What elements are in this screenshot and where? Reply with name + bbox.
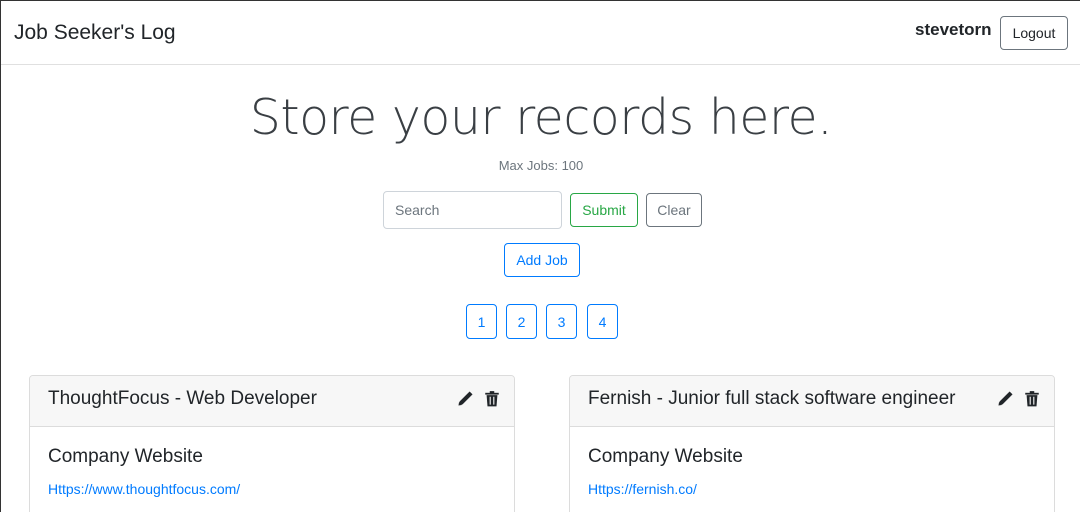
- trash-icon[interactable]: [483, 390, 501, 408]
- page-button-2[interactable]: 2: [506, 304, 537, 339]
- logout-button[interactable]: Logout: [1000, 16, 1068, 50]
- job-card-header: Fernish - Junior full stack software eng…: [570, 376, 1054, 427]
- company-website-label: Company Website: [48, 446, 203, 467]
- job-card: ThoughtFocus - Web Developer Company Web…: [29, 375, 515, 512]
- clear-button[interactable]: Clear: [646, 193, 702, 227]
- page-button-3[interactable]: 3: [546, 304, 577, 339]
- job-card-header: ThoughtFocus - Web Developer: [30, 376, 514, 427]
- username-label: stevetorn: [915, 20, 992, 39]
- trash-icon[interactable]: [1023, 390, 1041, 408]
- page-title: Store your records here.: [249, 89, 833, 146]
- company-website-label: Company Website: [588, 446, 743, 467]
- company-website-link[interactable]: Https://www.thoughtfocus.com/: [48, 481, 240, 497]
- company-website-link[interactable]: Https://fernish.co/: [588, 481, 697, 497]
- pencil-icon[interactable]: [456, 390, 474, 408]
- max-jobs-label: Max Jobs: 100: [498, 158, 584, 173]
- job-card: Fernish - Junior full stack software eng…: [569, 375, 1055, 512]
- job-title: ThoughtFocus - Web Developer: [48, 388, 317, 409]
- submit-button[interactable]: Submit: [570, 193, 638, 227]
- page-button-4[interactable]: 4: [587, 304, 618, 339]
- page-button-1[interactable]: 1: [466, 304, 497, 339]
- brand-title[interactable]: Job Seeker's Log: [14, 21, 176, 45]
- add-job-button[interactable]: Add Job: [504, 243, 580, 277]
- top-navbar: Job Seeker's Log stevetorn Logout: [1, 1, 1080, 65]
- search-input[interactable]: [383, 191, 562, 229]
- job-title: Fernish - Junior full stack software eng…: [588, 388, 956, 409]
- pencil-icon[interactable]: [996, 390, 1014, 408]
